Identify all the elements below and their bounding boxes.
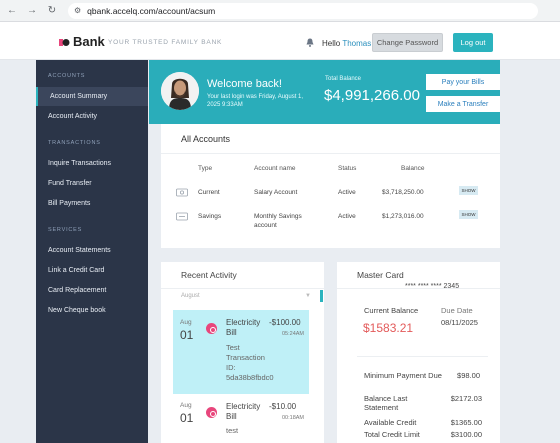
sidebar-item-fund-transfer[interactable]: Fund Transfer xyxy=(36,174,148,193)
column-header-status: Status xyxy=(338,165,357,172)
sidebar-item-account-activity[interactable]: Account Activity xyxy=(36,107,148,126)
current-balance-label: Current Balance xyxy=(364,306,419,315)
account-type: Savings xyxy=(198,213,222,220)
logo-text[interactable]: Bank xyxy=(73,34,105,49)
greeting-text: Hello xyxy=(322,39,341,48)
recent-activity-panel: Recent Activity August ▼ Aug 01 Electric… xyxy=(161,262,324,443)
balance-last-statement-value: $2172.03 xyxy=(450,394,482,403)
total-credit-limit-label: Total Credit Limit xyxy=(364,430,420,439)
sidebar: ACCOUNTS Account Summary Account Activit… xyxy=(36,60,148,443)
account-name: Monthly Savings account xyxy=(254,213,302,229)
activity-day: 01 xyxy=(180,328,194,342)
wallet-icon xyxy=(176,188,188,197)
column-header-account-name: Account name xyxy=(254,165,296,172)
avatar xyxy=(161,72,199,110)
sidebar-item-inquire-transactions[interactable]: Inquire Transactions xyxy=(36,154,148,173)
sidebar-item-new-cheque-book[interactable]: New Cheque book xyxy=(36,301,148,320)
activity-description: test xyxy=(226,426,239,435)
total-credit-limit-value: $3100.00 xyxy=(450,430,482,439)
total-balance-label: Total Balance xyxy=(325,76,362,82)
balance-last-statement-label: Balance Last Statement xyxy=(364,394,408,412)
account-status: Active xyxy=(338,213,356,220)
app-header: Bank YOUR TRUSTED FAMILY BANK Hello Thom… xyxy=(0,22,560,60)
activity-month: Aug xyxy=(180,319,192,326)
activity-item[interactable]: Aug 01 Electricity Bill -$10.00 00:18AM … xyxy=(173,398,309,443)
account-status: Active xyxy=(338,189,356,196)
pay-bills-button[interactable]: Pay your Bills xyxy=(426,74,500,90)
month-filter-value: August xyxy=(181,293,200,299)
activity-time: 05:24AM xyxy=(282,331,305,337)
user-photo xyxy=(161,72,199,110)
greeting: Hello Thomas xyxy=(322,39,371,48)
column-header-type: Type xyxy=(198,165,213,172)
sidebar-section-services: SERVICES xyxy=(48,227,83,233)
site-settings-icon[interactable]: ⚙ xyxy=(74,6,81,15)
divider xyxy=(357,356,488,357)
bill-icon xyxy=(206,323,217,334)
available-credit-label: Available Credit xyxy=(364,418,417,427)
change-password-button[interactable]: Change Password xyxy=(372,33,443,52)
browser-toolbar: ← → ↻ ⚙ qbank.accelq.com/account/acsum xyxy=(0,0,560,22)
activity-item[interactable]: Aug 01 Electricity Bill -$100.00 05:24AM… xyxy=(173,310,309,394)
activity-scrollbar[interactable] xyxy=(320,290,323,302)
divider xyxy=(161,153,500,154)
activity-month: Aug xyxy=(180,402,192,409)
account-balance: $1,273,016.00 xyxy=(382,213,424,220)
logout-button[interactable]: Log out xyxy=(453,33,493,52)
minimum-payment-label: Minimum Payment Due xyxy=(364,371,442,380)
bell-icon[interactable] xyxy=(306,38,314,47)
show-account-button[interactable]: SHOW xyxy=(459,186,478,195)
welcome-banner: Welcome back! Your last login was Friday… xyxy=(149,60,500,124)
url-text: qbank.accelq.com/account/acsum xyxy=(87,5,216,16)
sidebar-section-transactions: TRANSACTIONS xyxy=(48,140,101,146)
activity-title: Electricity Bill xyxy=(226,318,261,337)
divider xyxy=(161,288,324,289)
divider xyxy=(337,288,500,289)
recent-activity-title: Recent Activity xyxy=(181,270,237,280)
bill-icon xyxy=(206,407,217,418)
activity-time: 00:18AM xyxy=(282,415,305,421)
master-card-title: Master Card xyxy=(357,270,404,280)
total-balance-value: $4,991,266.00 xyxy=(324,87,420,104)
show-account-button[interactable]: SHOW xyxy=(459,210,478,219)
address-bar[interactable]: ⚙ qbank.accelq.com/account/acsum xyxy=(68,2,538,19)
activity-day: 01 xyxy=(180,411,194,425)
make-transfer-button[interactable]: Make a Transfer xyxy=(426,96,500,112)
chevron-down-icon: ▼ xyxy=(305,293,311,299)
sidebar-item-card-replacement[interactable]: Card Replacement xyxy=(36,281,148,300)
account-name: Salary Account xyxy=(254,189,298,196)
username-link[interactable]: Thomas xyxy=(342,39,371,48)
tagline: YOUR TRUSTED FAMILY BANK xyxy=(108,39,223,46)
forward-icon[interactable]: → xyxy=(24,3,40,19)
current-balance-value: $1583.21 xyxy=(363,321,414,335)
all-accounts-panel: All Accounts Type Account name Status Ba… xyxy=(161,124,500,248)
activity-amount: -$10.00 xyxy=(269,402,297,411)
sidebar-section-accounts: ACCOUNTS xyxy=(48,73,86,79)
activity-title: Electricity Bill xyxy=(226,402,261,421)
last-login-text: Your last login was Friday, August 1, 20… xyxy=(207,94,304,108)
column-header-balance: Balance xyxy=(401,165,425,172)
reload-icon[interactable]: ↻ xyxy=(44,3,60,19)
due-date-value: 08/11/2025 xyxy=(441,318,478,327)
account-balance: $3,718,250.00 xyxy=(382,189,424,196)
activity-description: Test Transaction ID: xyxy=(226,343,265,372)
minimum-payment-value: $98.00 xyxy=(457,371,480,380)
bank-logo-icon xyxy=(59,39,70,46)
accounts-title: All Accounts xyxy=(181,134,231,144)
sidebar-item-account-statements[interactable]: Account Statements xyxy=(36,241,148,260)
activity-transaction-id: 5da38b8fbdc0 xyxy=(226,373,274,382)
due-date-label: Due Date xyxy=(441,306,473,315)
sidebar-item-bill-payments[interactable]: Bill Payments xyxy=(36,194,148,213)
piggy-bank-icon xyxy=(176,212,188,221)
master-card-panel: Master Card **** **** **** 2345 Current … xyxy=(337,262,500,443)
welcome-title: Welcome back! xyxy=(207,78,282,90)
activity-amount: -$100.00 xyxy=(269,318,301,327)
back-icon[interactable]: ← xyxy=(4,3,20,19)
sidebar-item-account-summary[interactable]: Account Summary xyxy=(36,87,148,106)
sidebar-item-link-credit-card[interactable]: Link a Credit Card xyxy=(36,261,148,280)
available-credit-value: $1365.00 xyxy=(450,418,482,427)
account-type: Current xyxy=(198,189,220,196)
month-filter-select[interactable]: August ▼ xyxy=(181,293,311,299)
